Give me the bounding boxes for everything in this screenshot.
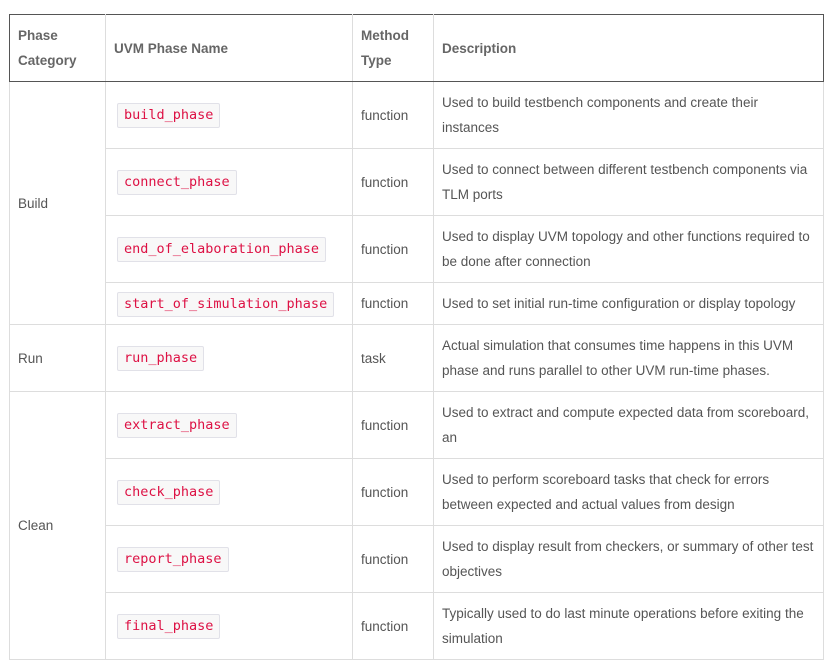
description: Used to perform scoreboard tasks that ch… bbox=[433, 458, 824, 526]
table-row: Build build_phase function Used to build… bbox=[9, 81, 824, 325]
description: Used to build testbench components and c… bbox=[433, 81, 824, 149]
table-row: Run run_phase task Actual simulation tha… bbox=[9, 324, 824, 392]
table-row: start_of_simulation_phase function Used … bbox=[10, 282, 824, 325]
method-type: function bbox=[352, 215, 434, 283]
table-row: report_phase function Used to display re… bbox=[10, 525, 824, 593]
description: Actual simulation that consumes time hap… bbox=[433, 324, 824, 392]
method-type: task bbox=[352, 324, 434, 392]
phase-name: start_of_simulation_phase bbox=[117, 291, 335, 317]
header-category: Phase Category bbox=[9, 14, 106, 82]
category-cell: Build bbox=[9, 81, 106, 325]
phase-name: run_phase bbox=[117, 346, 205, 371]
method-type: function bbox=[352, 458, 434, 526]
table-row: final_phase function Typically used to d… bbox=[10, 592, 824, 660]
table-row: check_phase function Used to perform sco… bbox=[10, 458, 824, 526]
phase-name: extract_phase bbox=[117, 413, 237, 438]
description: Used to set initial run-time configurati… bbox=[433, 282, 824, 325]
table-row: end_of_elaboration_phase function Used t… bbox=[10, 215, 824, 283]
method-type: function bbox=[352, 592, 434, 660]
uvm-phases-table: Phase Category UVM Phase Name Method Typ… bbox=[9, 14, 824, 660]
table-row: connect_phase function Used to connect b… bbox=[10, 148, 824, 216]
description: Used to display result from checkers, or… bbox=[433, 525, 824, 593]
method-type: function bbox=[352, 391, 434, 459]
method-type: function bbox=[352, 282, 434, 325]
header-name: UVM Phase Name bbox=[105, 14, 353, 82]
description: Used to display UVM topology and other f… bbox=[433, 215, 824, 283]
description: Used to extract and compute expected dat… bbox=[433, 391, 824, 459]
method-type: function bbox=[352, 148, 434, 216]
header-row: Phase Category UVM Phase Name Method Typ… bbox=[9, 14, 824, 82]
phase-name: check_phase bbox=[117, 480, 221, 505]
description: Typically used to do last minute operati… bbox=[433, 592, 824, 660]
method-type: function bbox=[352, 525, 434, 593]
phase-name: final_phase bbox=[117, 614, 221, 639]
method-type: function bbox=[352, 81, 434, 149]
description: Used to connect between different testbe… bbox=[433, 148, 824, 216]
header-method-type: Method Type bbox=[352, 14, 434, 82]
phase-name: connect_phase bbox=[117, 170, 237, 195]
table-row: Clean extract_phase function Used to ext… bbox=[9, 391, 824, 660]
header-description: Description bbox=[433, 14, 824, 82]
phase-name: report_phase bbox=[117, 547, 229, 572]
category-cell: Clean bbox=[9, 391, 106, 660]
phase-name: build_phase bbox=[117, 103, 221, 128]
phase-name: end_of_elaboration_phase bbox=[117, 237, 327, 262]
category-cell: Run bbox=[9, 324, 106, 392]
